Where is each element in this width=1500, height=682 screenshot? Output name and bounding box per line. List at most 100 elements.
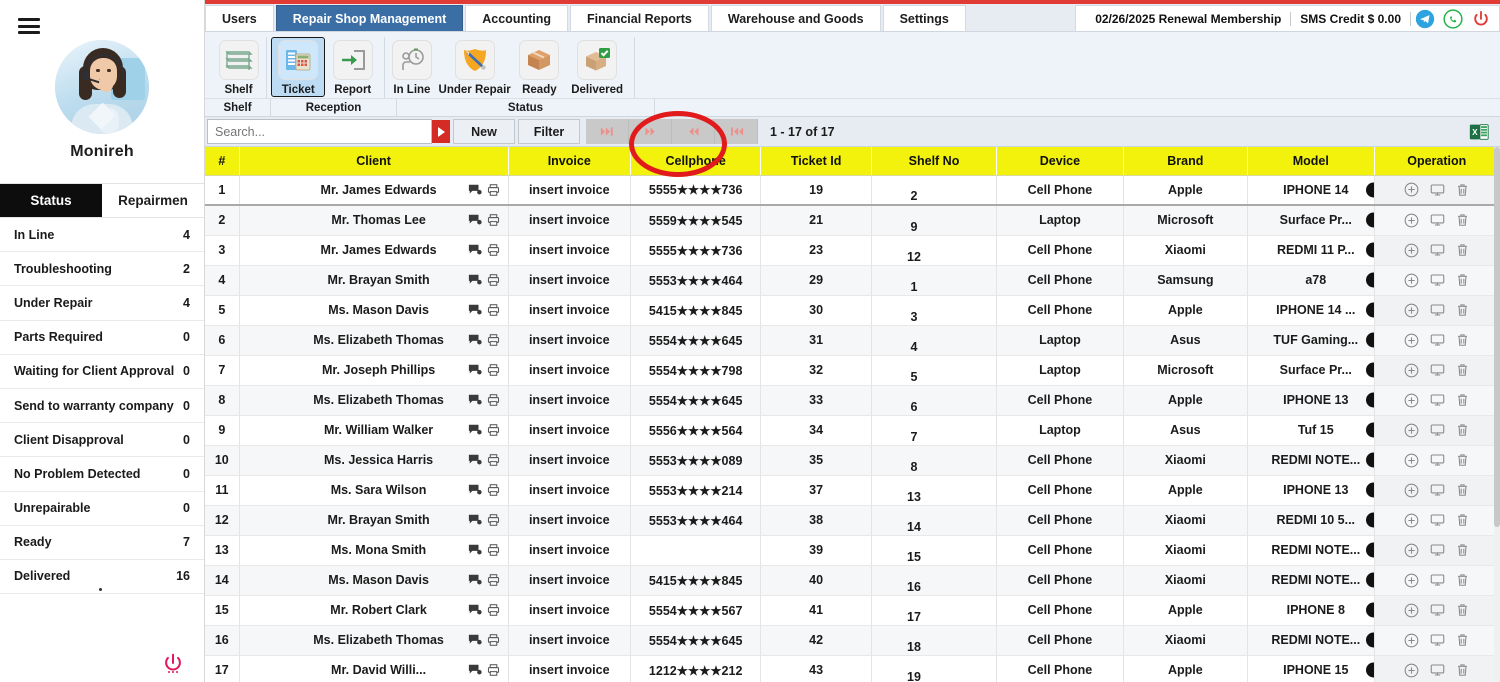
hamburger-icon[interactable] — [18, 18, 40, 34]
table-row[interactable]: 5 Ms. Mason Davis insert invoice 5415★★★★84… — [205, 295, 1500, 326]
chat-icon[interactable] — [468, 634, 482, 647]
vertical-scrollbar[interactable] — [1494, 147, 1500, 682]
column-header-brand[interactable]: Brand — [1123, 147, 1249, 176]
telegram-icon[interactable] — [1415, 9, 1435, 29]
status-item-client-disapproval[interactable]: Client Disapproval 0 — [0, 423, 204, 458]
trash-icon[interactable] — [1456, 393, 1469, 407]
filter-button[interactable]: Filter — [518, 119, 580, 144]
print-icon[interactable] — [487, 574, 500, 587]
chat-icon[interactable] — [468, 214, 482, 227]
trash-icon[interactable] — [1456, 513, 1469, 527]
print-icon[interactable] — [487, 424, 500, 437]
table-row[interactable]: 3 Mr. James Edwards insert invoice 5555★★★★… — [205, 235, 1500, 266]
column-header-model[interactable]: Model — [1247, 147, 1375, 176]
cell-client[interactable]: Ms. Sara Wilson — [239, 475, 509, 506]
table-row[interactable]: 1 Mr. James Edwards insert invoice 5555★★★★… — [205, 175, 1500, 206]
ribbon-button-report[interactable]: Report — [325, 37, 380, 98]
trash-icon[interactable] — [1456, 603, 1469, 617]
monitor-icon[interactable] — [1430, 363, 1445, 377]
monitor-icon[interactable] — [1430, 243, 1445, 257]
cell-invoice[interactable]: insert invoice — [508, 625, 631, 656]
chat-icon[interactable] — [468, 424, 482, 437]
column-header-operation[interactable]: Operation — [1374, 147, 1500, 176]
cell-client[interactable]: Ms. Elizabeth Thomas — [239, 385, 509, 416]
tab-warehouse-and-goods[interactable]: Warehouse and Goods — [710, 5, 881, 31]
tab-repair-shop-management[interactable]: Repair Shop Management — [275, 5, 464, 31]
cell-invoice[interactable]: insert invoice — [508, 235, 631, 266]
chat-icon[interactable] — [468, 664, 482, 677]
chat-icon[interactable] — [468, 334, 482, 347]
status-item-waiting-for-client-approval[interactable]: Waiting for Client Approval 0 — [0, 354, 204, 389]
table-row[interactable]: 15 Mr. Robert Clark insert invoice 5554★★★★… — [205, 595, 1500, 626]
last-page-icon[interactable] — [586, 119, 629, 144]
cell-invoice[interactable]: insert invoice — [508, 175, 631, 206]
chat-icon[interactable] — [468, 183, 482, 196]
table-row[interactable]: 8 Ms. Elizabeth Thomas insert invoice 5554★… — [205, 385, 1500, 416]
tab-settings[interactable]: Settings — [882, 5, 966, 31]
status-item-unrepairable[interactable]: Unrepairable 0 — [0, 491, 204, 526]
add-circle-icon[interactable] — [1404, 483, 1419, 498]
tab-users[interactable]: Users — [205, 5, 274, 31]
add-circle-icon[interactable] — [1404, 573, 1419, 588]
column-header-shelf-no[interactable]: Shelf No — [871, 147, 998, 176]
cell-client[interactable]: Mr. James Edwards — [239, 235, 509, 266]
cell-invoice[interactable]: insert invoice — [508, 265, 631, 296]
add-circle-icon[interactable] — [1404, 423, 1419, 438]
cell-invoice[interactable]: insert invoice — [508, 355, 631, 386]
cell-invoice[interactable]: insert invoice — [508, 655, 631, 682]
print-icon[interactable] — [487, 304, 500, 317]
trash-icon[interactable] — [1456, 543, 1469, 557]
print-icon[interactable] — [487, 274, 500, 287]
add-circle-icon[interactable] — [1404, 513, 1419, 528]
power-icon[interactable] — [162, 652, 184, 674]
print-icon[interactable] — [487, 364, 500, 377]
monitor-icon[interactable] — [1430, 513, 1445, 527]
trash-icon[interactable] — [1456, 333, 1469, 347]
cell-invoice[interactable]: insert invoice — [508, 325, 631, 356]
ribbon-button-ticket[interactable]: Ticket — [271, 37, 326, 97]
ribbon-button-shelf[interactable]: Shelf — [215, 37, 262, 98]
table-row[interactable]: 7 Mr. Joseph Phillips insert invoice 5554★★… — [205, 355, 1500, 386]
table-row[interactable]: 9 Mr. William Walker insert invoice 5556★★★… — [205, 415, 1500, 446]
add-circle-icon[interactable] — [1404, 453, 1419, 468]
sidebar-tab-repairmen[interactable]: Repairmen — [102, 184, 204, 217]
cell-invoice[interactable]: insert invoice — [508, 295, 631, 326]
table-row[interactable]: 4 Mr. Brayan Smith insert invoice 5553★★★★4… — [205, 265, 1500, 296]
cell-invoice[interactable]: insert invoice — [508, 415, 631, 446]
status-item-under-repair[interactable]: Under Repair 4 — [0, 286, 204, 321]
cell-client[interactable]: Ms. Elizabeth Thomas — [239, 325, 509, 356]
add-circle-icon[interactable] — [1404, 603, 1419, 618]
monitor-icon[interactable] — [1430, 273, 1445, 287]
column-header-ticket-id[interactable]: Ticket Id — [760, 147, 872, 176]
first-page-icon[interactable] — [715, 119, 758, 144]
sidebar-tab-status[interactable]: Status — [0, 184, 102, 217]
chat-icon[interactable] — [468, 514, 482, 527]
cell-client[interactable]: Mr. Thomas Lee — [239, 205, 509, 236]
monitor-icon[interactable] — [1430, 303, 1445, 317]
cell-invoice[interactable]: insert invoice — [508, 595, 631, 626]
trash-icon[interactable] — [1456, 213, 1469, 227]
add-circle-icon[interactable] — [1404, 363, 1419, 378]
cell-client[interactable]: Mr. Robert Clark — [239, 595, 509, 626]
search-go-button[interactable] — [432, 120, 450, 143]
scrollbar-thumb[interactable] — [1494, 147, 1500, 527]
prev-page-icon[interactable] — [672, 119, 715, 144]
add-circle-icon[interactable] — [1404, 543, 1419, 558]
add-circle-icon[interactable] — [1404, 393, 1419, 408]
status-item-troubleshooting[interactable]: Troubleshooting 2 — [0, 252, 204, 287]
monitor-icon[interactable] — [1430, 393, 1445, 407]
trash-icon[interactable] — [1456, 483, 1469, 497]
table-row[interactable]: 16 Ms. Elizabeth Thomas insert invoice 5554… — [205, 625, 1500, 656]
trash-icon[interactable] — [1456, 453, 1469, 467]
monitor-icon[interactable] — [1430, 453, 1445, 467]
trash-icon[interactable] — [1456, 423, 1469, 437]
column-header-cellphone[interactable]: Cellphone — [630, 147, 762, 176]
cell-invoice[interactable]: insert invoice — [508, 535, 631, 566]
monitor-icon[interactable] — [1430, 543, 1445, 557]
print-icon[interactable] — [487, 514, 500, 527]
cell-client[interactable]: Mr. David Willi... — [239, 655, 509, 682]
cell-invoice[interactable]: insert invoice — [508, 445, 631, 476]
add-circle-icon[interactable] — [1404, 182, 1419, 197]
print-icon[interactable] — [487, 544, 500, 557]
chat-icon[interactable] — [468, 394, 482, 407]
